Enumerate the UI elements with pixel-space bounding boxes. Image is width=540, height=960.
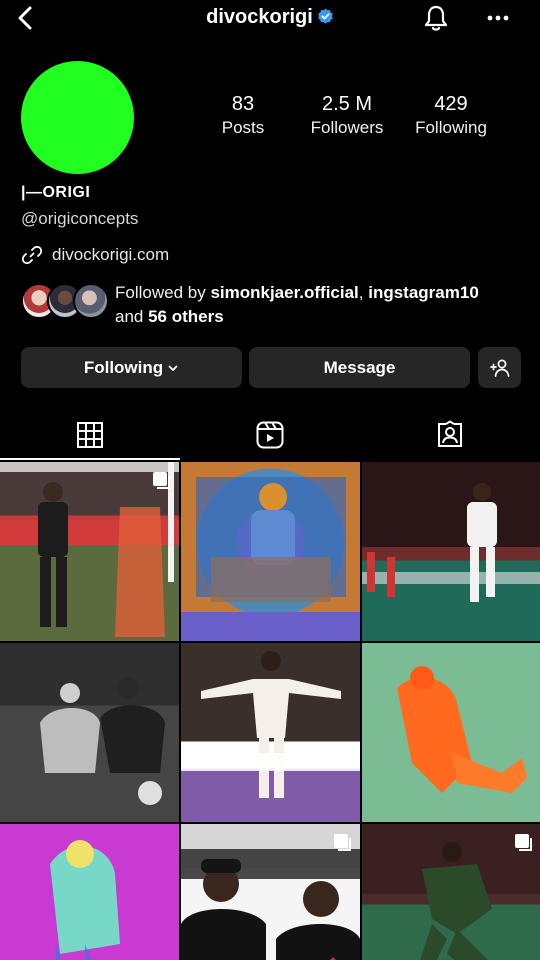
username-title: divockorigi (0, 6, 540, 29)
username-text: divockorigi (206, 6, 313, 28)
tagged-icon (438, 420, 462, 447)
post-image (181, 477, 360, 641)
posts-stat[interactable]: 83 Posts (205, 92, 281, 140)
followed-by-row[interactable]: Followed by simonkjaer.official, ingstag… (21, 281, 531, 326)
tab-posts-grid[interactable] (0, 410, 180, 460)
followed-by-prefix: Followed by (115, 283, 211, 302)
post-image (362, 462, 540, 602)
bell-icon (424, 5, 448, 31)
more-icon (487, 15, 509, 21)
reels-icon (256, 421, 284, 449)
profile-tabs (0, 410, 540, 460)
following-label: Following (415, 118, 487, 137)
tab-reels[interactable] (180, 410, 360, 460)
mutual-avatars (21, 283, 109, 323)
mutual-user-1: simonkjaer.official (210, 283, 359, 302)
followers-count: 2.5 M (321, 93, 373, 115)
followed-by-separator: , (358, 283, 369, 302)
followed-by-text: Followed by simonkjaer.official, ingstag… (115, 281, 479, 329)
post-image (50, 840, 120, 960)
post-thumbnail[interactable] (362, 462, 540, 641)
post-thumbnail[interactable] (181, 643, 360, 822)
profile-name: |—ORIGI (21, 184, 91, 201)
tab-tagged[interactable] (360, 410, 540, 460)
post-thumbnail[interactable] (362, 824, 540, 960)
notifications-button[interactable] (421, 3, 451, 33)
multiple-posts-icon (515, 834, 532, 851)
post-thumbnail[interactable] (0, 462, 179, 641)
post-thumbnail[interactable] (362, 643, 540, 822)
top-bar: divockorigi (0, 0, 540, 40)
mutual-user-2: ingstagram10 (368, 283, 479, 302)
suggested-users-button[interactable] (478, 347, 521, 388)
posts-label: Posts (221, 118, 265, 137)
link-text: divockorigi.com (52, 245, 170, 264)
add-user-icon (489, 359, 509, 377)
verified-badge-icon (318, 8, 333, 24)
grid-icon (77, 422, 103, 448)
message-button-label: Message (323, 357, 396, 377)
link-icon (21, 245, 43, 265)
post-image (397, 666, 527, 793)
post-thumbnail[interactable] (0, 643, 179, 822)
following-stat[interactable]: 429 Following (406, 92, 496, 140)
following-button-label: Following (83, 357, 164, 377)
profile-link[interactable]: divockorigi.com (21, 244, 169, 266)
multiple-posts-icon (153, 472, 170, 489)
post-image (181, 651, 360, 798)
active-tab-indicator (0, 458, 180, 460)
chevron-down-icon (168, 365, 178, 371)
following-count: 429 (434, 93, 468, 115)
post-image (40, 677, 165, 805)
post-thumbnail[interactable] (181, 462, 360, 641)
mutual-others: 56 others (148, 307, 224, 326)
post-thumbnail[interactable] (181, 824, 360, 960)
posts-count: 83 (231, 93, 255, 115)
profile-avatar[interactable] (21, 61, 134, 174)
message-button[interactable]: Message (249, 347, 470, 388)
mutual-avatar (73, 283, 109, 319)
multiple-posts-icon (334, 834, 351, 851)
following-button[interactable]: Following (21, 347, 242, 388)
followed-by-and: and (115, 307, 149, 326)
followers-stat[interactable]: 2.5 M Followers (300, 92, 394, 140)
profile-handle[interactable]: @origiconcepts (21, 209, 138, 229)
post-thumbnail[interactable] (0, 824, 179, 960)
followers-label: Followers (310, 118, 384, 137)
more-options-button[interactable] (484, 6, 512, 30)
